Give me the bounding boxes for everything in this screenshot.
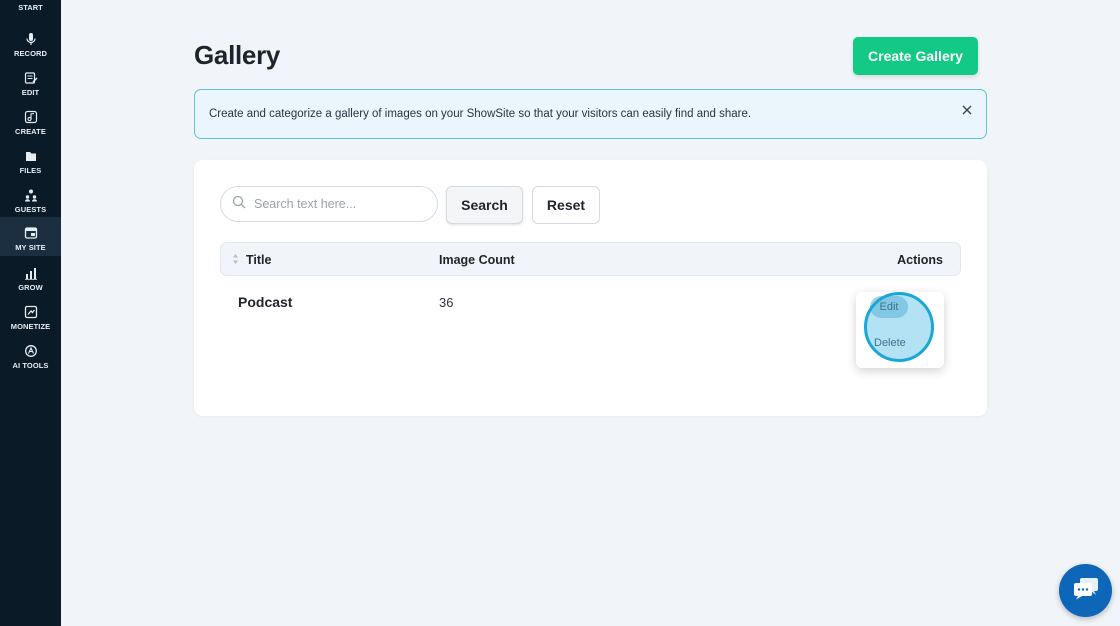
- chart-icon: [24, 266, 38, 280]
- banner-text: Create and categorize a gallery of image…: [209, 108, 752, 120]
- search-button[interactable]: Search: [446, 186, 523, 224]
- sidebar-item-grow[interactable]: GROW: [0, 257, 61, 296]
- sidebar-item-label: GUESTS: [14, 205, 47, 214]
- menu-item-edit[interactable]: Edit: [870, 296, 908, 318]
- sidebar-item-label: MONETIZE: [10, 322, 51, 331]
- column-header-title[interactable]: Title: [246, 253, 271, 267]
- column-header-image-count: Image Count: [439, 253, 515, 267]
- sidebar-item-create[interactable]: CREATE: [0, 101, 61, 140]
- row-image-count: 36: [439, 295, 454, 310]
- sidebar-item-record[interactable]: RECORD: [0, 23, 61, 62]
- ai-icon: [24, 344, 38, 358]
- sidebar-item-label: CREATE: [15, 127, 46, 136]
- search-input[interactable]: [254, 197, 424, 211]
- sort-icon[interactable]: [232, 253, 239, 268]
- sidebar-item-label: EDIT: [21, 88, 40, 97]
- monetize-icon: [24, 305, 38, 319]
- close-icon[interactable]: [960, 103, 974, 117]
- sidebar-item-label: FILES: [19, 166, 42, 175]
- edit-icon: [24, 71, 38, 85]
- site-icon: [24, 226, 38, 240]
- row-title: Podcast: [238, 294, 293, 310]
- chat-icon: [1072, 576, 1100, 605]
- info-banner: Create and categorize a gallery of image…: [194, 89, 987, 139]
- menu-item-delete[interactable]: Delete: [874, 337, 906, 349]
- sidebar-item-ai-tools[interactable]: AI TOOLS: [0, 335, 61, 374]
- search-icon: [232, 195, 246, 214]
- create-icon: [24, 110, 38, 124]
- row-actions-menu: Edit Delete: [856, 292, 944, 368]
- sidebar-item-monetize[interactable]: MONETIZE: [0, 296, 61, 335]
- reset-button[interactable]: Reset: [532, 186, 600, 224]
- sidebar-item-label: AI TOOLS: [12, 361, 49, 370]
- microphone-icon: [24, 32, 38, 46]
- create-gallery-button[interactable]: Create Gallery: [853, 37, 978, 75]
- guests-icon: [24, 188, 38, 202]
- sidebar-item-label: GROW: [18, 283, 43, 292]
- gallery-card: Search Reset Title Image Count Actions P…: [194, 160, 987, 416]
- sidebar: START RECORD EDIT CREATE FILES GUESTS MY…: [0, 0, 61, 626]
- sidebar-item-my-site[interactable]: MY SITE: [0, 217, 61, 256]
- sidebar-item-label: MY SITE: [15, 243, 46, 252]
- sidebar-item-guests[interactable]: GUESTS: [0, 179, 61, 218]
- sidebar-item-start[interactable]: START: [0, 3, 61, 12]
- sidebar-item-files[interactable]: FILES: [0, 140, 61, 179]
- chat-button[interactable]: [1059, 564, 1112, 617]
- table-header: Title Image Count Actions: [220, 242, 961, 276]
- page-title: Gallery: [194, 40, 281, 70]
- column-header-actions: Actions: [897, 253, 943, 267]
- files-icon: [24, 149, 38, 163]
- sidebar-item-label: RECORD: [13, 49, 48, 58]
- search-box: [220, 186, 438, 222]
- sidebar-item-edit[interactable]: EDIT: [0, 62, 61, 101]
